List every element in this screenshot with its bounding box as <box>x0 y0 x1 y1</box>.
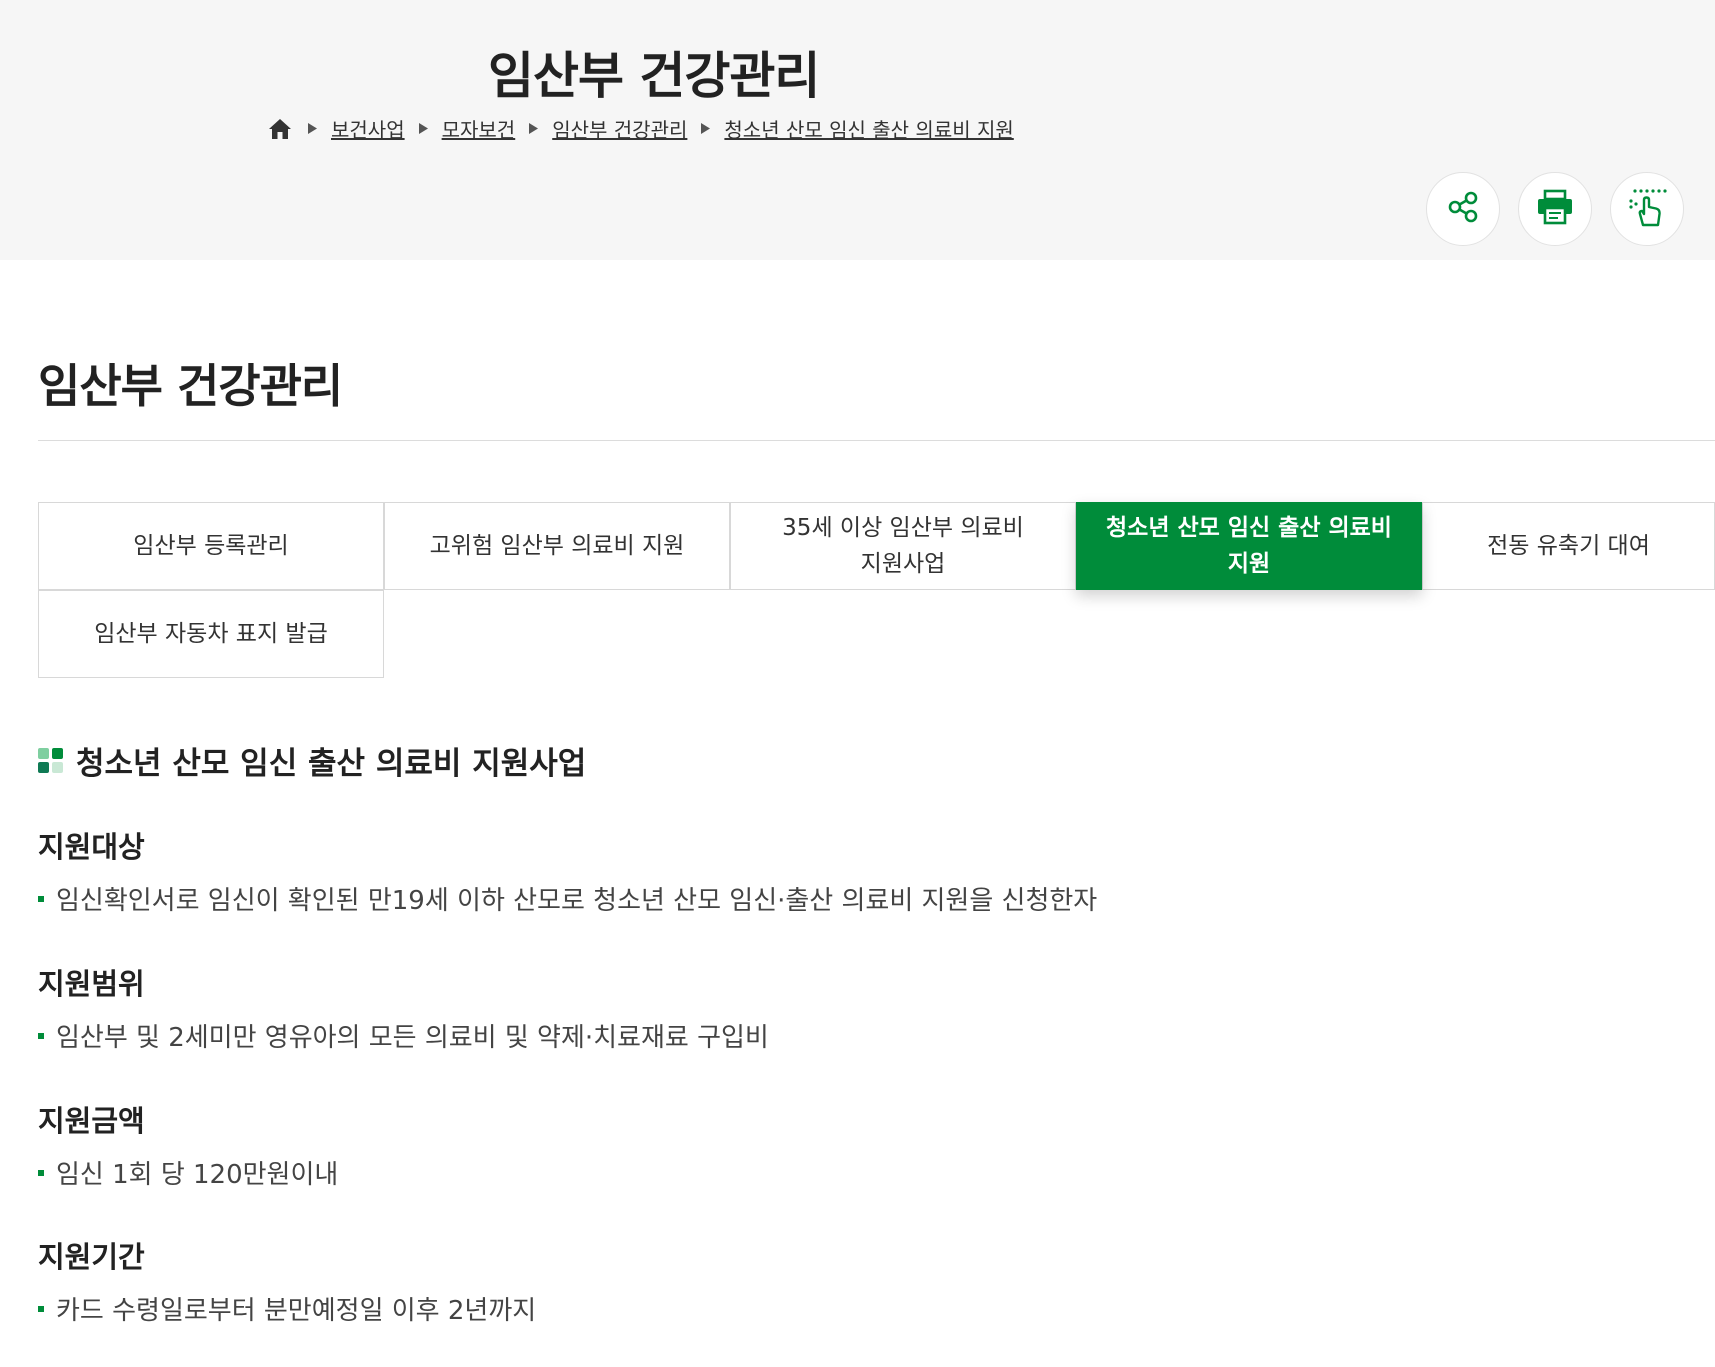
section-title: 청소년 산모 임신 출산 의료비 지원사업 <box>38 738 586 783</box>
tool-buttons <box>1426 172 1702 246</box>
tab-label: 청소년 산모 임신 출산 의료비 지원 <box>1106 515 1392 577</box>
bullet-text: 임신확인서로 임신이 확인된 만19세 이하 산모로 청소년 산모 임신·출산 … <box>56 886 1098 916</box>
share-button[interactable] <box>1426 172 1500 246</box>
bullet-item: 임신확인서로 임신이 확인된 만19세 이하 산모로 청소년 산모 임신·출산 … <box>38 880 1097 917</box>
breadcrumb-item-maternal-health[interactable]: 모자보건 <box>442 114 516 143</box>
breadcrumb-item-current[interactable]: 청소년 산모 임신 출산 의료비 지원 <box>724 114 1013 143</box>
breadcrumb-item-health-business[interactable]: 보건사업 <box>331 114 405 143</box>
section-title-text: 청소년 산모 임신 출산 의료비 지원사업 <box>76 746 587 782</box>
bullet-dot <box>38 1169 44 1176</box>
tab-label: 35세 이상 임산부 의료비 지원사업 <box>782 515 1024 577</box>
bullet-dot <box>38 1305 44 1312</box>
chevron-right-icon <box>308 123 317 134</box>
braille-touch-button[interactable] <box>1610 172 1684 246</box>
breadcrumb-item-pregnancy-care[interactable]: 임산부 건강관리 <box>552 114 687 143</box>
title-divider <box>38 440 1715 441</box>
chevron-right-icon <box>418 123 428 134</box>
page-title: 임산부 건강관리 <box>38 359 343 413</box>
block-title-period: 지원기간 <box>38 1240 145 1274</box>
bullet-text: 카드 수령일로부터 분만예정일 이후 2년까지 <box>56 1296 537 1326</box>
tab-registration[interactable]: 임산부 등록관리 <box>38 502 384 590</box>
hero-title: 임산부 건강관리 <box>488 47 820 105</box>
tab-breast-pump-rental[interactable]: 전동 유축기 대여 <box>1422 502 1715 590</box>
braille-touch-icon <box>1627 187 1667 231</box>
tab-car-sticker[interactable]: 임산부 자동차 표지 발급 <box>38 590 384 678</box>
bullet-item: 임산부 및 2세미만 영유아의 모든 의료비 및 약제·치료재료 구입비 <box>38 1017 769 1054</box>
bullet-dot <box>38 1032 44 1039</box>
breadcrumb: 보건사업 모자보건 임산부 건강관리 청소년 산모 임신 출산 의료비 지원 <box>268 114 1014 143</box>
tab-high-risk-support[interactable]: 고위험 임산부 의료비 지원 <box>384 502 730 590</box>
print-button[interactable] <box>1518 172 1592 246</box>
share-icon <box>1446 190 1480 228</box>
tab-over35-support[interactable]: 35세 이상 임산부 의료비 지원사업 <box>730 502 1076 590</box>
chevron-right-icon <box>529 123 539 134</box>
print-icon <box>1536 189 1574 229</box>
bullet-text: 임산부 및 2세미만 영유아의 모든 의료비 및 약제·치료재료 구입비 <box>56 1023 769 1053</box>
block-title-target: 지원대상 <box>38 830 145 864</box>
block-title-scope: 지원범위 <box>38 967 145 1001</box>
chevron-right-icon <box>701 123 711 134</box>
sub-tabs: 임산부 등록관리 고위험 임산부 의료비 지원 35세 이상 임산부 의료비 지… <box>38 502 1715 682</box>
bullet-item: 카드 수령일로부터 분만예정일 이후 2년까지 <box>38 1290 536 1327</box>
home-icon[interactable] <box>268 116 294 142</box>
bullet-item: 임신 1회 당 120만원이내 <box>38 1154 338 1191</box>
bullet-text: 임신 1회 당 120만원이내 <box>56 1160 339 1190</box>
bullet-dot <box>38 895 44 902</box>
tab-teen-mother-support[interactable]: 청소년 산모 임신 출산 의료비 지원 <box>1076 502 1422 590</box>
block-title-amount: 지원금액 <box>38 1104 145 1138</box>
section-squares-icon <box>38 747 63 773</box>
